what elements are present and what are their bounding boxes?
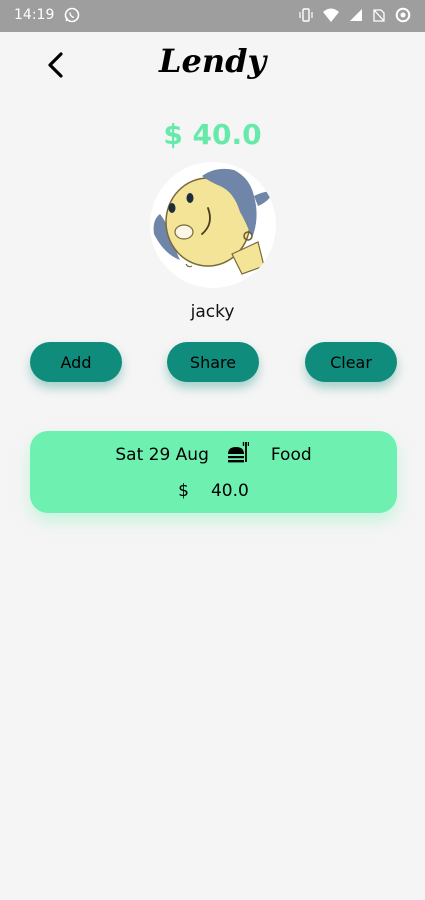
- no-sim-icon: [373, 9, 385, 22]
- vibrate-icon: [299, 8, 313, 22]
- total-amount: $ 40.0: [163, 118, 262, 151]
- transaction-amount: 40.0: [210, 481, 249, 501]
- transaction-card[interactable]: Sat 29 Aug Food $ 40.0: [30, 431, 397, 513]
- clear-button-label: Clear: [330, 352, 372, 372]
- transaction-currency: $: [178, 481, 189, 501]
- status-time: 14:19: [14, 7, 55, 23]
- transaction-date: Sat 29 Aug: [115, 444, 209, 465]
- status-icons: [295, 7, 411, 26]
- clear-button[interactable]: Clear: [305, 342, 397, 382]
- app-title: Lendy: [158, 42, 267, 80]
- data-saver-icon: [395, 7, 411, 23]
- transaction-category: Food: [270, 444, 312, 465]
- add-button-label: Add: [60, 352, 92, 372]
- add-button[interactable]: Add: [30, 342, 122, 382]
- transaction-header: Sat 29 Aug Food: [30, 441, 397, 468]
- avatar: [150, 162, 276, 288]
- food-icon: [227, 441, 250, 468]
- signal-icon: [349, 9, 362, 21]
- wifi-icon: [322, 8, 339, 22]
- status-bar: 14:19: [0, 0, 425, 32]
- share-button[interactable]: Share: [167, 342, 259, 382]
- user-name: jacky: [190, 302, 235, 322]
- whatsapp-icon: [64, 7, 80, 27]
- share-button-label: Share: [189, 352, 237, 372]
- transaction-amount-row: $ 40.0: [30, 481, 397, 501]
